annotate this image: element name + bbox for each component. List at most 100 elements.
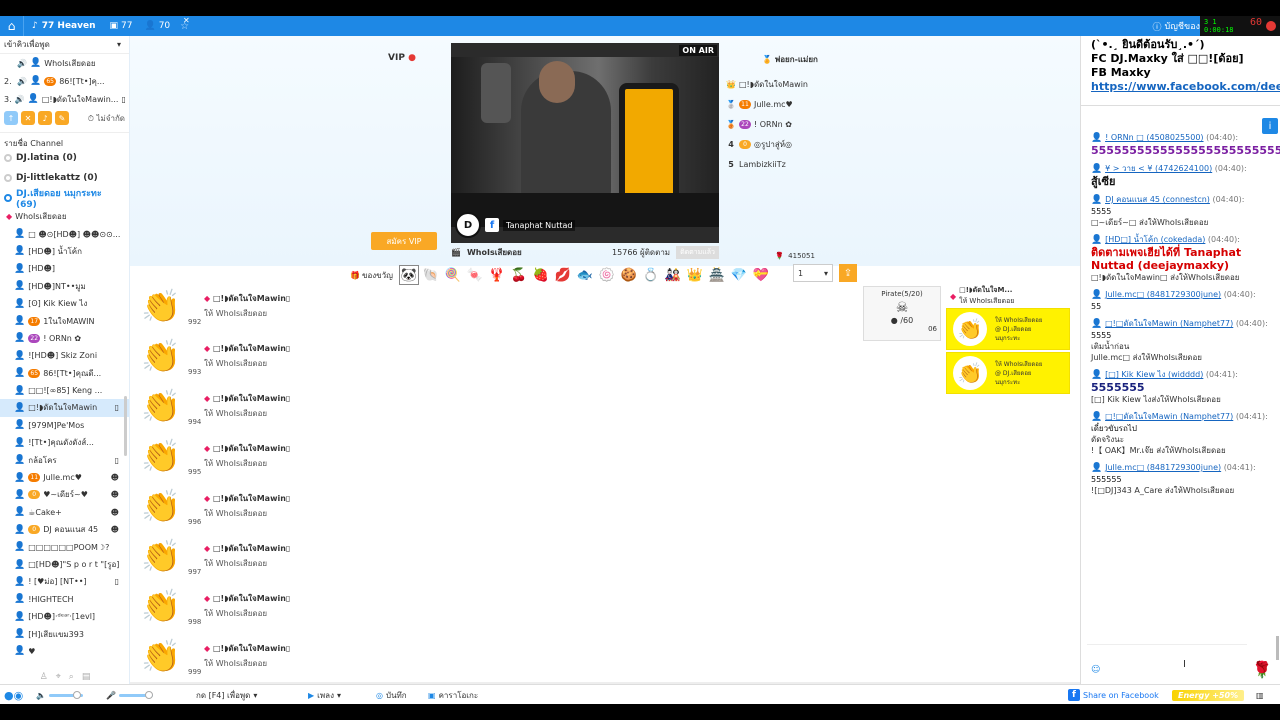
settings-icon[interactable]: ▤ bbox=[82, 672, 91, 682]
user-list-item[interactable]: 👤 [HD☻] น้ำโค้ก bbox=[0, 243, 129, 260]
user-list-item[interactable]: 👤 ![HD☻] Skiz Zoni bbox=[0, 347, 129, 364]
slider-knob[interactable] bbox=[72, 690, 81, 699]
gift-item-icon[interactable]: 👑 bbox=[685, 265, 705, 285]
speaker-volume-slider[interactable] bbox=[48, 690, 83, 699]
user-list-item[interactable]: 👤 □!◗ดัดในใจMawin ▯ bbox=[0, 399, 129, 417]
rose-gift-icon[interactable]: 🌹 bbox=[1252, 660, 1272, 679]
join-vip-button[interactable]: สมัคร VIP bbox=[371, 232, 437, 250]
speak-queue-header[interactable]: เข้าคิวเพื่อพูด ▾ bbox=[0, 36, 129, 54]
user-list-item[interactable]: 👤 [979M]Pe'Mos bbox=[0, 417, 129, 434]
channel-item[interactable]: DJ.latina (0) bbox=[0, 148, 129, 168]
queue-edit-icon[interactable]: ✎ bbox=[55, 111, 69, 125]
gift-item-icon[interactable]: 🐼 bbox=[398, 265, 419, 285]
room-tab[interactable]: ♪ 77 Heaven bbox=[24, 16, 104, 36]
time-limit[interactable]: ⏱ ไม่จำกัด bbox=[88, 112, 125, 125]
chat-input[interactable]: ☺ I bbox=[1087, 644, 1247, 680]
dj-name[interactable]: WhoIsเสียดอย bbox=[467, 246, 522, 259]
gift-item-icon[interactable]: 🎎 bbox=[663, 265, 683, 285]
podium-row[interactable]: 🥈 11 Julle.mc♥ bbox=[726, 94, 793, 114]
status-toggle[interactable]: ●◉ bbox=[4, 685, 23, 704]
user-add-icon[interactable]: ♙ bbox=[40, 672, 48, 682]
bar-chart-icon[interactable]: ▥ bbox=[1256, 685, 1264, 704]
record-button[interactable]: ◎ บันทึก bbox=[376, 685, 407, 704]
live-video[interactable]: ON AIR D f Tanaphat Nuttad bbox=[451, 43, 719, 243]
mic-volume-slider[interactable] bbox=[118, 690, 153, 699]
user-list-item[interactable]: 👤 22! ORNn ✿ bbox=[0, 330, 129, 347]
user-list-item[interactable]: 👤 0 ♥~เดียร์~♥ ☻ bbox=[0, 486, 129, 503]
queue-remove-icon[interactable]: ✕ bbox=[21, 111, 35, 125]
chat-username[interactable]: [□] Kik Kiew ไง (widddd) bbox=[1105, 370, 1203, 379]
chat-username[interactable]: [HD□] น้ำโค้ก (cokedada) bbox=[1105, 235, 1205, 244]
user-list-item[interactable]: 👤 □□![∞85] Keng ... bbox=[0, 382, 129, 399]
gift-item-icon[interactable]: 🍥 bbox=[597, 265, 617, 285]
gift-item-icon[interactable]: 🍪 bbox=[619, 265, 639, 285]
gift-item-icon[interactable]: 💋 bbox=[553, 265, 573, 285]
user-list-item[interactable]: 👤! [♥ม่อ] [NT••] ▯ bbox=[0, 573, 129, 590]
channel-item[interactable]: DJ.เสียดอย นมุกระทะ (69) bbox=[0, 188, 129, 210]
chat-scrollbar[interactable] bbox=[1276, 636, 1279, 660]
follow-button[interactable]: ติดตามแล้ว bbox=[676, 245, 719, 259]
gift-item-icon[interactable]: 💍 bbox=[641, 265, 661, 285]
slider-knob[interactable] bbox=[144, 690, 153, 699]
account-menu[interactable]: ⓘ บัญชีของ bbox=[1153, 16, 1200, 36]
user-list-item[interactable]: 👤 □□□□□□POOM☽? bbox=[0, 538, 129, 555]
user-list-item[interactable]: 👤 !HIGHTECH bbox=[0, 591, 129, 608]
gift-item-icon[interactable]: 🍓 bbox=[531, 265, 551, 285]
home-icon[interactable]: ⌂ bbox=[0, 16, 24, 36]
user-list-item[interactable]: 👤 [H]เสียแขม393 bbox=[0, 625, 129, 642]
user-list-item[interactable]: 👤 ☕Cake+ ☻ bbox=[0, 504, 129, 521]
record-dot-icon[interactable] bbox=[1266, 21, 1276, 31]
user-list-scrollbar[interactable] bbox=[124, 396, 127, 456]
chat-username[interactable]: ! ORNn □ (4508025500) bbox=[1105, 133, 1203, 142]
user-list-item[interactable]: 👤 [HD☻]·ᵈᵉᵃʳ·[1evl] bbox=[0, 608, 129, 625]
gift-card[interactable]: 👏 ให้ WhoIsเสียดอย @ DJ.เสียดอย นมุกระทะ bbox=[946, 352, 1070, 394]
user-list-item[interactable]: 👤 65 86![Tt•]คุณดี... bbox=[0, 365, 129, 382]
channel-owner[interactable]: ◆ WhoIsเสียดอย bbox=[0, 208, 129, 225]
gift-quantity-select[interactable]: 1 ▾ bbox=[793, 264, 833, 282]
gift-item-icon[interactable]: 🍒 bbox=[509, 265, 529, 285]
user-list-item[interactable]: 👤 17 1ในใจMAWIN bbox=[0, 312, 129, 329]
speaker-row[interactable]: 2. 🔊 👤 65 86![Tt•]คุ... bbox=[0, 72, 129, 90]
gift-item-icon[interactable]: 🐟 bbox=[575, 265, 595, 285]
user-list-item[interactable]: 👤 ♥ bbox=[0, 643, 129, 660]
gift-item-icon[interactable]: 🏯 bbox=[707, 265, 727, 285]
gift-item-icon[interactable]: 🦞 bbox=[487, 265, 507, 285]
pirate-box[interactable]: Pirate(5/20) ☠ ● /60 06 bbox=[863, 286, 941, 341]
gift-item-icon[interactable]: 🍬 bbox=[465, 265, 485, 285]
songs-button[interactable]: ▶ เพลง ▾ bbox=[308, 685, 341, 704]
pinned-link[interactable]: https://www.facebook.com/deejay.maxky bbox=[1091, 80, 1280, 94]
podium-row[interactable]: 4 0 ◎รูปาสู่ห์◎ bbox=[726, 134, 792, 154]
user-list-item[interactable]: 👤 กล้อโคร ▯ bbox=[0, 451, 129, 468]
user-list-item[interactable]: 👤 0 DJ คอนแนส 45 ☻ bbox=[0, 521, 129, 538]
location-icon[interactable]: ⌖ bbox=[56, 672, 61, 682]
energy-badge[interactable]: Energy +50% bbox=[1172, 685, 1245, 704]
user-list-item[interactable]: 👤 □[HD☻]"S p o r t "[รูอ] bbox=[0, 556, 129, 573]
emoji-icon[interactable]: ☺ bbox=[1091, 665, 1100, 675]
user-list-item[interactable]: 👤 [HD☻]NT••มูม bbox=[0, 278, 129, 295]
search-icon[interactable]: ⌕ bbox=[69, 672, 74, 682]
gift-item-icon[interactable]: 🍭 bbox=[443, 265, 463, 285]
mic-icon[interactable]: 🎤 bbox=[106, 691, 116, 700]
user-list-item[interactable]: 👤 [ʘ] Kik Kiew ไง bbox=[0, 295, 129, 312]
speaker-row[interactable]: 3. 🔊 👤 □!◗ดัดในใจMawin... ▯ bbox=[0, 90, 129, 108]
queue-mic-icon[interactable]: ♪ bbox=[38, 111, 52, 125]
user-list-item[interactable]: 👤 [HD☻] bbox=[0, 260, 129, 277]
podium-row[interactable]: 👑 □!◗ดัดในใจMawin bbox=[726, 74, 808, 94]
chat-username[interactable]: □!□ดัดในใจMawin (Namphet77) bbox=[1105, 319, 1233, 328]
podium-row[interactable]: 5 LambizkiiTz bbox=[726, 154, 786, 174]
gift-card[interactable]: 👏 ให้ WhoIsเสียดอย @ DJ.เสียดอย นมุกระทะ bbox=[946, 308, 1070, 350]
speaker-icon[interactable]: 🔈 bbox=[36, 691, 46, 700]
channel-item[interactable]: Dj-littlekattz (0) bbox=[0, 168, 129, 188]
gift-item-icon[interactable]: 💝 bbox=[751, 265, 771, 285]
user-list-item[interactable]: 👤 ![Tt•]คุณดังดังส์... bbox=[0, 434, 129, 451]
chat-username[interactable]: □!□ดัดในใจMawin (Namphet77) bbox=[1105, 412, 1233, 421]
chat-username[interactable]: Julle.mc□ (8481729300june) bbox=[1105, 290, 1221, 299]
user-list-item[interactable]: 👤 □ ☻⊙[HD☻] ☻☻⊙⊙... bbox=[0, 225, 129, 242]
share-facebook-button[interactable]: f Share on Facebook bbox=[1068, 685, 1159, 704]
queue-up-icon[interactable]: ↑ bbox=[4, 111, 18, 125]
gift-item-icon[interactable]: 💎 bbox=[729, 265, 749, 285]
speaker-row[interactable]: 🔊 👤 WhoIsเสียดอย bbox=[0, 54, 129, 72]
podium-row[interactable]: 🥉 22! ORNn ✿ bbox=[726, 114, 792, 134]
chat-username[interactable]: ¥ > วาย < ¥ (4742624100) bbox=[1105, 164, 1212, 173]
send-gift-button[interactable]: ⇪ bbox=[839, 264, 857, 282]
